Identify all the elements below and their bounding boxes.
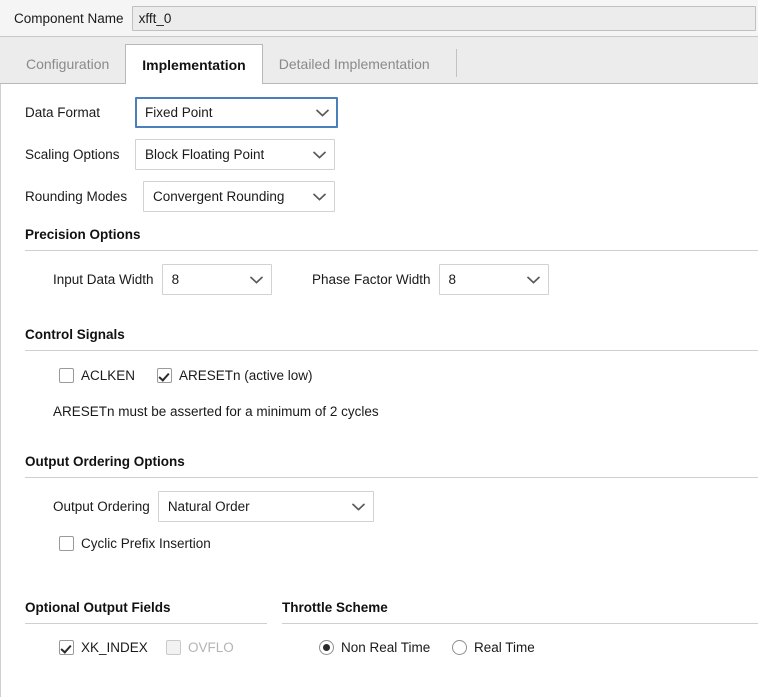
throttle-non-real-time-radio[interactable]: Non Real Time [319,640,430,655]
component-name-input[interactable]: xfft_0 [131,5,756,31]
tab-strip-divider [455,49,457,77]
throttle-non-real-time-label: Non Real Time [341,640,431,655]
rounding-modes-dropdown[interactable]: Convergent Rounding [143,181,335,212]
chevron-down-icon [351,503,365,511]
throttle-real-time-radio-dot [452,640,467,655]
ovflo-label: OVFLO [188,640,234,655]
input-data-width-value: 8 [171,272,180,287]
input-data-width-row: Input Data Width 8 [53,264,272,295]
aresetn-checkbox-box [157,368,172,383]
output-ordering-row: Output Ordering Natural Order [53,491,374,522]
control-signals-rule [25,350,758,351]
precision-options-rule [25,250,758,251]
aclken-checkbox-box [59,368,74,383]
precision-options-heading: Precision Options [25,227,141,242]
tab-detailed-implementation[interactable]: Detailed Implementation [263,44,446,83]
phase-factor-width-label: Phase Factor Width [312,272,431,287]
optional-output-fields-heading: Optional Output Fields [25,600,171,615]
phase-factor-width-value: 8 [448,272,457,287]
rounding-modes-value: Convergent Rounding [153,189,285,204]
input-data-width-dropdown[interactable]: 8 [161,264,272,295]
chevron-down-icon [313,193,326,201]
implementation-panel: Data Format Fixed Point Scaling Options … [0,84,758,697]
aclken-checkbox[interactable]: ACLKEN [59,368,135,383]
tab-configuration-label: Configuration [26,55,110,72]
throttle-non-real-time-radio-dot [319,640,334,655]
output-ordering-label: Output Ordering [53,499,150,514]
xk-index-label: XK_INDEX [81,640,148,655]
phase-factor-width-dropdown[interactable]: 8 [438,264,549,295]
output-ordering-value: Natural Order [167,499,250,514]
aresetn-label: ARESETn (active low) [179,368,313,383]
xk-index-checkbox[interactable]: XK_INDEX [59,640,148,655]
scaling-options-row: Scaling Options Block Floating Point [25,139,342,170]
control-signals-heading: Control Signals [25,327,125,342]
chevron-down-icon [313,151,326,159]
aresetn-checkbox[interactable]: ARESETn (active low) [157,368,313,383]
throttle-real-time-label: Real Time [474,640,535,655]
component-name-value: xfft_0 [138,10,172,26]
cyclic-prefix-insertion-checkbox[interactable]: Cyclic Prefix Insertion [59,536,211,551]
throttle-scheme-rule [282,623,758,624]
scaling-options-label: Scaling Options [25,147,120,162]
xk-index-checkbox-box [59,640,74,655]
chevron-down-icon [526,276,540,284]
output-ordering-options-rule [25,477,758,478]
tab-configuration[interactable]: Configuration [10,44,125,83]
rounding-modes-row: Rounding Modes Convergent Rounding [25,181,342,212]
data-format-dropdown[interactable]: Fixed Point [135,97,338,128]
throttle-real-time-radio[interactable]: Real Time [452,640,535,655]
tab-implementation-label: Implementation [142,56,246,73]
data-format-value: Fixed Point [145,105,213,120]
aclken-label: ACLKEN [81,368,136,383]
cyclic-prefix-insertion-label: Cyclic Prefix Insertion [81,536,211,551]
scaling-options-dropdown[interactable]: Block Floating Point [135,139,335,170]
rounding-modes-label: Rounding Modes [25,189,128,204]
output-ordering-options-heading: Output Ordering Options [25,454,185,469]
optional-output-fields-rule [25,623,267,624]
cyclic-prefix-insertion-checkbox-box [59,536,74,551]
throttle-scheme-heading: Throttle Scheme [282,600,388,615]
chevron-down-icon [316,109,329,117]
tab-implementation[interactable]: Implementation [125,44,263,84]
component-name-bar: Component Name xfft_0 [0,0,758,37]
component-name-label: Component Name [14,10,124,26]
scaling-options-value: Block Floating Point [145,147,265,162]
aresetn-note: ARESETn must be asserted for a minimum o… [53,404,379,419]
chevron-down-icon [249,276,263,284]
ovflo-checkbox-box [166,640,181,655]
input-data-width-label: Input Data Width [53,272,154,287]
tab-strip: Configuration Implementation Detailed Im… [0,37,758,84]
phase-factor-width-row: Phase Factor Width 8 [312,264,549,295]
ovflo-checkbox: OVFLO [166,640,234,655]
data-format-row: Data Format Fixed Point [25,97,342,128]
output-ordering-dropdown[interactable]: Natural Order [157,491,374,522]
data-format-label: Data Format [25,105,101,120]
tab-detailed-implementation-label: Detailed Implementation [278,55,430,72]
